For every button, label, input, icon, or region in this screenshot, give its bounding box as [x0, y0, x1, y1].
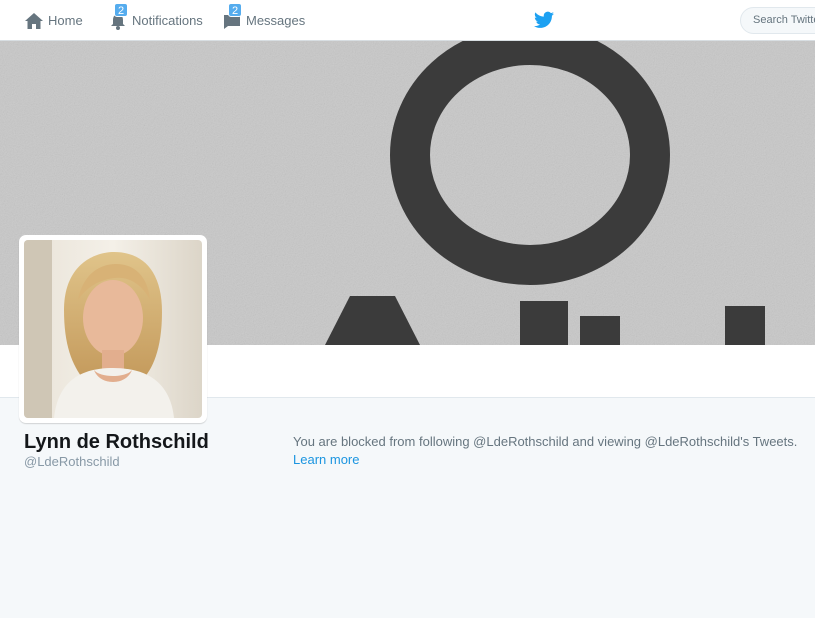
profile-name: Lynn de Rothschild	[24, 431, 209, 453]
nav-home-label: Home	[48, 13, 83, 28]
profile-handle: @LdeRothschild	[24, 454, 120, 469]
nav-messages[interactable]: 2 Messages	[222, 0, 305, 41]
nav-notifications-label: Notifications	[132, 13, 203, 28]
search-input[interactable]: Search Twitter	[740, 7, 815, 34]
notifications-badge: 2	[114, 2, 129, 17]
top-navigation-bar: Home 2 Notifications 2 Messages Search T…	[0, 0, 815, 41]
envelope-icon: 2	[222, 2, 243, 31]
learn-more-link[interactable]: Learn more	[293, 452, 359, 467]
profile-avatar[interactable]	[19, 235, 207, 423]
bell-icon: 2	[108, 2, 129, 31]
home-icon	[24, 11, 44, 31]
nav-notifications[interactable]: 2 Notifications	[108, 0, 203, 41]
messages-badge: 2	[228, 2, 243, 17]
nav-home[interactable]: Home	[24, 0, 83, 41]
blocked-message: You are blocked from following @LdeRoths…	[293, 434, 798, 449]
nav-messages-label: Messages	[246, 13, 306, 28]
twitter-bird-icon[interactable]	[534, 11, 554, 29]
